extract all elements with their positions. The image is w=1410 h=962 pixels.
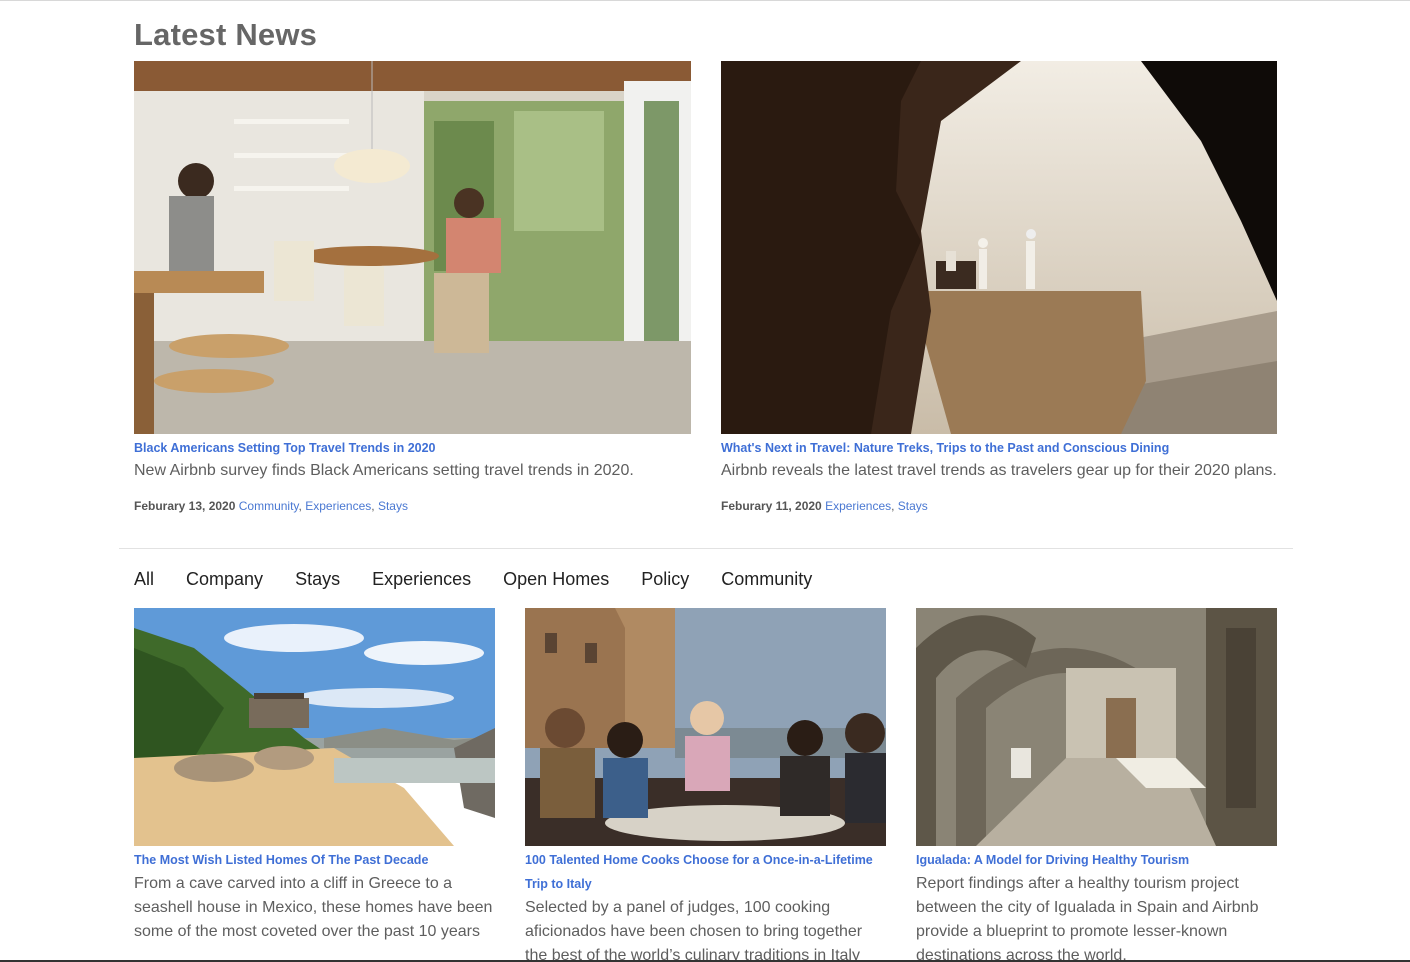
card-description: Report findings after a healthy tourism … <box>916 875 1259 962</box>
tag-separator: , <box>891 499 898 513</box>
card-image-arcade[interactable] <box>916 608 1277 846</box>
tag-link[interactable]: Experiences <box>305 499 371 513</box>
tag-link[interactable]: Experiences <box>825 499 891 513</box>
page-title: Latest News <box>134 17 318 52</box>
card-image-dinner[interactable] <box>525 608 886 846</box>
card-description: Selected by a panel of judges, 100 cooki… <box>525 899 863 962</box>
tag-link[interactable]: Community <box>239 499 299 513</box>
filter-open-homes[interactable]: Open Homes <box>503 566 609 592</box>
filter-company[interactable]: Company <box>186 566 263 592</box>
featured-title[interactable]: Black Americans Setting Top Travel Trend… <box>134 437 691 459</box>
cliff-photo <box>721 61 1277 434</box>
news-card: The Most Wish Listed Homes Of The Past D… <box>134 608 495 944</box>
section-divider <box>119 548 1293 549</box>
arcade-photo <box>916 608 1277 846</box>
filter-community[interactable]: Community <box>721 566 812 592</box>
featured-article: Black Americans Setting Top Travel Trend… <box>134 61 691 515</box>
featured-description: Airbnb reveals the latest travel trends … <box>721 462 1277 479</box>
tag-link[interactable]: Stays <box>378 499 408 513</box>
card-title[interactable]: The Most Wish Listed Homes Of The Past D… <box>134 848 495 872</box>
filter-all[interactable]: All <box>134 566 154 592</box>
tag-separator: , <box>371 499 378 513</box>
card-title[interactable]: 100 Talented Home Cooks Choose for a Onc… <box>525 848 886 896</box>
category-filter-nav: All Company Stays Experiences Open Homes… <box>134 566 844 592</box>
featured-article: What's Next in Travel: Nature Treks, Tri… <box>721 61 1277 515</box>
beach-photo <box>134 608 495 846</box>
featured-image-cliff[interactable] <box>721 61 1277 434</box>
card-title[interactable]: Igualada: A Model for Driving Healthy To… <box>916 848 1277 872</box>
featured-date: Feburary 11, 2020 <box>721 499 822 513</box>
featured-title[interactable]: What's Next in Travel: Nature Treks, Tri… <box>721 437 1277 459</box>
filter-policy[interactable]: Policy <box>641 566 689 592</box>
featured-date: Feburary 13, 2020 <box>134 499 236 513</box>
news-card: Igualada: A Model for Driving Healthy To… <box>916 608 1277 962</box>
news-card: 100 Talented Home Cooks Choose for a Onc… <box>525 608 886 962</box>
kitchen-photo <box>134 61 691 434</box>
card-description: From a cave carved into a cliff in Greec… <box>134 875 493 940</box>
featured-meta: Feburary 13, 2020 Community, Experiences… <box>134 497 691 515</box>
filter-experiences[interactable]: Experiences <box>372 566 471 592</box>
tag-link[interactable]: Stays <box>898 499 928 513</box>
top-rule <box>0 0 1410 1</box>
featured-image-kitchen[interactable] <box>134 61 691 434</box>
dinner-photo <box>525 608 886 846</box>
featured-meta: Feburary 11, 2020 Experiences, Stays <box>721 497 1277 515</box>
featured-description: New Airbnb survey finds Black Americans … <box>134 462 634 479</box>
filter-stays[interactable]: Stays <box>295 566 340 592</box>
card-image-beach[interactable] <box>134 608 495 846</box>
